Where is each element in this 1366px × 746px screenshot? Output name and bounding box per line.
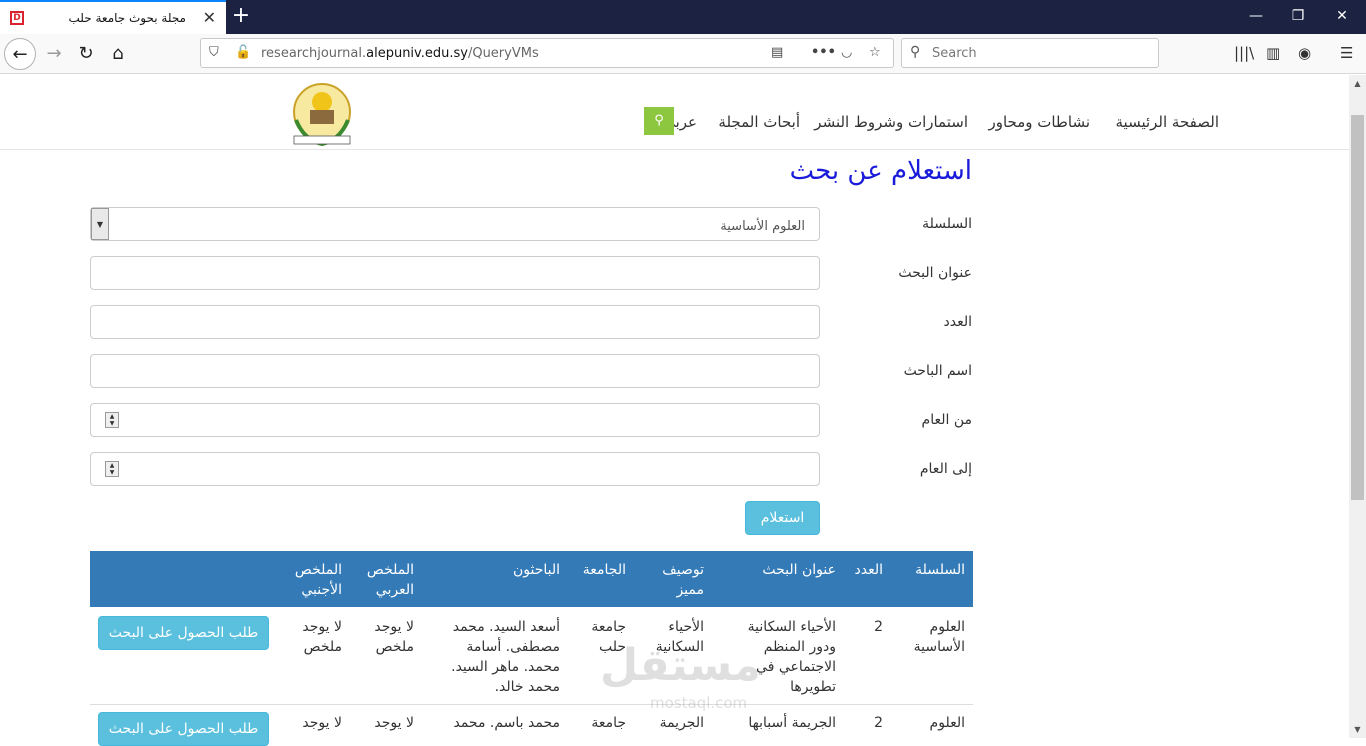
header-title: عنوان البحث bbox=[762, 562, 836, 578]
journal-logo bbox=[293, 83, 351, 147]
page-title: استعلام عن بحث bbox=[789, 156, 972, 186]
header-university: الجامعة bbox=[582, 562, 626, 578]
scrollbar-thumb[interactable] bbox=[1351, 115, 1364, 500]
query-button[interactable]: استعلام bbox=[745, 501, 820, 535]
cell-issue: 2 bbox=[874, 619, 883, 635]
close-window-icon[interactable]: ✕ bbox=[1320, 0, 1364, 34]
restore-window-icon[interactable]: ❐ bbox=[1276, 0, 1320, 34]
reader-view-icon[interactable]: ▤ bbox=[771, 45, 783, 60]
page-actions-icon[interactable]: ••• bbox=[811, 45, 836, 60]
year-spinner-icon[interactable]: ▲ ▼ bbox=[105, 461, 119, 477]
url-text[interactable]: researchjournal.alepuniv.edu.sy/QueryVMs bbox=[261, 46, 539, 61]
research-title-input[interactable] bbox=[90, 256, 820, 290]
account-icon[interactable]: ◉ bbox=[1298, 44, 1311, 62]
cell-arabic-abstract: لا يوجد bbox=[374, 715, 414, 731]
researcher-input[interactable] bbox=[90, 354, 820, 388]
nav-forms-link[interactable]: استمارات وشروط النشر bbox=[814, 113, 968, 131]
search-placeholder: Search bbox=[932, 46, 977, 61]
to-year-input[interactable]: ▲ ▼ bbox=[90, 452, 820, 486]
page-scrollbar[interactable]: ▲ ▼ bbox=[1349, 75, 1366, 738]
series-selected-value: العلوم الأساسية bbox=[720, 219, 805, 234]
header-arabic-abstract: الملخص العربي bbox=[366, 562, 414, 598]
header-classification: توصيف مميز bbox=[662, 562, 704, 598]
cell-foreign-abstract: لا يوجد bbox=[302, 715, 342, 731]
series-select[interactable]: ▼ العلوم الأساسية bbox=[90, 207, 820, 241]
browser-tab-bar: D مجلة بحوث جامعة حلب ✕ + — ❐ ✕ bbox=[0, 0, 1366, 34]
header-series: السلسلة bbox=[915, 562, 965, 578]
browser-nav-bar: ← → ↻ ⌂ ⛉ 🔓 researchjournal.alepuniv.edu… bbox=[0, 34, 1366, 74]
research-title-label: عنوان البحث bbox=[898, 265, 972, 281]
reload-icon[interactable]: ↻ bbox=[70, 38, 102, 70]
back-arrow-icon[interactable]: ← bbox=[4, 38, 36, 70]
cell-title: الأحياء السكانية ودور المنظم الاجتماعي في ت… bbox=[747, 619, 836, 695]
table-row: العلوم الأساسية 2 الأحياء السكانية ودور ال… bbox=[90, 607, 973, 705]
cell-researchers: محمد باسم. محمد bbox=[453, 715, 560, 731]
cell-issue: 2 bbox=[874, 715, 883, 731]
site-header: الصفحة الرئيسية نشاطات ومحاور استمارات و… bbox=[0, 75, 1349, 150]
tab-title: مجلة بحوث جامعة حلب bbox=[68, 11, 186, 25]
cell-university: جامعة bbox=[591, 715, 626, 731]
new-tab-icon[interactable]: + bbox=[228, 2, 254, 30]
header-foreign-abstract: الملخص الأجنبي bbox=[294, 562, 342, 598]
from-year-input[interactable]: ▲ ▼ bbox=[90, 403, 820, 437]
issue-input[interactable] bbox=[90, 305, 820, 339]
from-year-label: من العام bbox=[921, 412, 972, 428]
header-issue: العدد bbox=[854, 562, 884, 578]
menu-icon[interactable]: ☰ bbox=[1340, 44, 1353, 62]
cell-series: العلوم bbox=[929, 715, 965, 731]
series-label: السلسلة bbox=[922, 216, 972, 232]
insecure-lock-icon[interactable]: 🔓 bbox=[235, 45, 251, 60]
site-search-icon[interactable]: ⚲ bbox=[644, 107, 674, 135]
search-bar[interactable]: ⚲ Search bbox=[901, 38, 1159, 68]
close-tab-icon[interactable]: ✕ bbox=[203, 8, 216, 27]
forward-arrow-icon[interactable]: → bbox=[38, 38, 70, 70]
minimize-window-icon[interactable]: — bbox=[1234, 0, 1278, 34]
cell-university: جامعة حلب bbox=[591, 619, 626, 655]
sidebar-icon[interactable]: ▥ bbox=[1266, 44, 1280, 62]
table-row: العلوم 2 الجريمة أسبابها الجريمة جامعة م… bbox=[90, 705, 973, 746]
year-spinner-icon[interactable]: ▲ ▼ bbox=[105, 412, 119, 428]
request-research-button[interactable]: طلب الحصول على البحث bbox=[98, 616, 269, 650]
to-year-label: إلى العام bbox=[919, 461, 972, 477]
scroll-up-icon[interactable]: ▲ bbox=[1349, 75, 1366, 92]
pocket-icon[interactable]: ◡ bbox=[841, 45, 852, 60]
nav-research-link[interactable]: أبحاث المجلة bbox=[718, 113, 800, 131]
scroll-down-icon[interactable]: ▼ bbox=[1349, 721, 1366, 738]
header-researchers: الباحثون bbox=[512, 562, 560, 578]
cell-series: العلوم الأساسية bbox=[913, 619, 965, 655]
issue-label: العدد bbox=[943, 314, 973, 330]
cell-foreign-abstract: لا يوجد ملخص bbox=[302, 619, 342, 655]
cell-title: الجريمة أسبابها bbox=[748, 715, 836, 731]
researcher-label: اسم الباحث bbox=[903, 363, 972, 379]
results-table-header: السلسلة العدد عنوان البحث توصيف مميز الجا… bbox=[90, 551, 973, 607]
cell-classification: الأحياء السكانية bbox=[655, 619, 704, 655]
library-icon[interactable]: |||\ bbox=[1234, 44, 1254, 62]
bookmark-star-icon[interactable]: ☆ bbox=[869, 45, 881, 60]
cell-classification: الجريمة bbox=[659, 715, 704, 731]
site-favicon-icon: D bbox=[10, 11, 24, 25]
search-icon: ⚲ bbox=[910, 44, 921, 60]
url-bar[interactable]: ⛉ 🔓 researchjournal.alepuniv.edu.sy/Quer… bbox=[200, 38, 894, 68]
nav-activities-link[interactable]: نشاطات ومحاور bbox=[988, 113, 1090, 131]
request-research-button[interactable]: طلب الحصول على البحث bbox=[98, 712, 269, 746]
cell-arabic-abstract: لا يوجد ملخص bbox=[374, 619, 414, 655]
chevron-down-icon[interactable]: ▼ bbox=[91, 208, 109, 240]
cell-researchers: أسعد السيد. محمد مصطفى. أسامة محمد. ماهر ا… bbox=[451, 619, 560, 695]
home-icon[interactable]: ⌂ bbox=[102, 38, 134, 70]
shield-icon[interactable]: ⛉ bbox=[209, 45, 219, 60]
browser-tab[interactable]: D مجلة بحوث جامعة حلب ✕ bbox=[0, 0, 226, 34]
nav-home-link[interactable]: الصفحة الرئيسية bbox=[1116, 113, 1220, 131]
